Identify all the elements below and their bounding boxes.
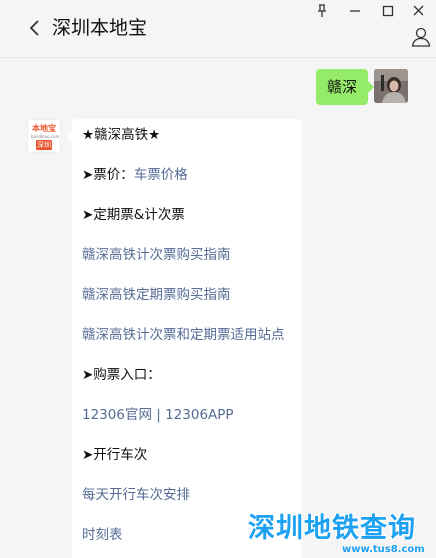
watermark-url: www.tus8.com [342,544,425,555]
my-message-bubble[interactable]: 赣深 [316,69,375,105]
purchase-heading: ➤购票入口： [82,367,161,383]
maximize-icon [382,5,394,17]
chevron-left-icon [29,20,39,36]
back-button[interactable] [26,14,46,42]
minimize-button[interactable] [344,2,366,20]
bendibao-avatar[interactable]: 本地宝 bendibao.com 深圳 [27,119,61,153]
count-ticket-guide-link[interactable]: 赣深高铁计次票购买指南 [82,245,231,265]
purchase-links-row: 12306官网 | 12306APP [82,405,234,425]
price-link[interactable]: 车票价格 [134,167,188,183]
chat-title: 深圳本地宝 [52,17,148,39]
12306-website-link[interactable]: 12306官网 [82,407,152,423]
avatar-logo-url: bendibao.com [31,134,60,139]
watermark: 深圳地铁查询 www.tus8.com [248,514,434,558]
price-row: ➤票价：车票价格 [82,165,188,185]
periodic-ticket-guide-link[interactable]: 赣深高铁定期票购买指南 [82,285,231,305]
price-label: ➤票价： [82,167,134,183]
periodic-heading: ➤定期票&计次票 [82,207,185,223]
close-icon [413,5,424,16]
minimize-icon [350,10,360,12]
pin-button[interactable] [311,2,333,20]
watermark-text: 深圳地铁查询 [248,513,416,544]
card-title: ★赣深高铁★ [82,127,161,143]
maximize-button[interactable] [377,2,399,20]
reply-message-card: ★赣深高铁★ ➤票价：车票价格 ➤定期票&计次票 赣深高铁计次票购买指南 赣深高… [66,119,302,558]
close-button[interactable] [408,2,430,20]
avatar-logo-text: 本地宝 [32,124,56,133]
link-separator: | [151,407,166,423]
chat-area: 赣深 本地宝 bendibao.com 深圳 ★赣深高铁★ ➤票价：车票价格 ➤… [0,59,436,558]
my-avatar[interactable] [374,69,408,103]
daily-schedule-link[interactable]: 每天开行车次安排 [82,485,190,505]
schedule-heading: ➤开行车次 [82,447,148,463]
pin-icon [318,4,326,17]
user-photo-icon [374,69,408,103]
person-icon [411,27,431,47]
timetable-link[interactable]: 时刻表 [82,525,123,545]
12306-app-link[interactable]: 12306APP [165,407,233,423]
chat-info-button[interactable] [410,26,432,48]
applicable-stations-link[interactable]: 赣深高铁计次票和定期票适用站点 [82,325,285,345]
title-bar: 深圳本地宝 [0,0,436,58]
avatar-logo-city: 深圳 [36,140,52,150]
